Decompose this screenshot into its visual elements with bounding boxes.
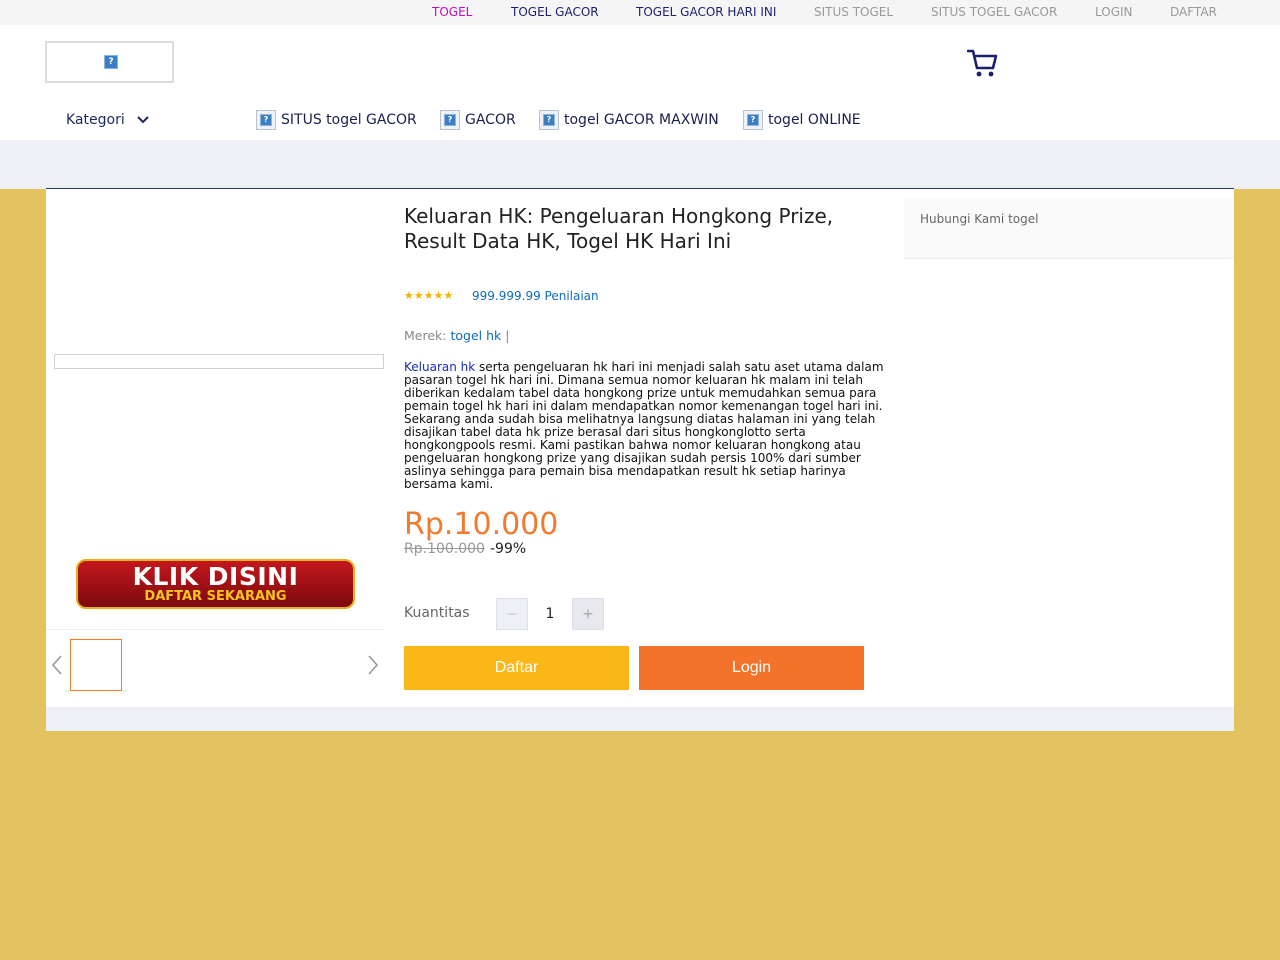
brand-separator: | [505, 328, 510, 343]
cart-icon[interactable] [967, 48, 999, 78]
panel-footer-band [46, 707, 1234, 731]
daftar-banner[interactable]: KLIK DISINI DAFTAR SEKARANG [76, 559, 355, 609]
top-nav-link-situs-togel[interactable]: SITUS TOGEL [814, 5, 893, 19]
discount-badge: -99% [490, 541, 527, 557]
banner-line-2: DAFTAR SEKARANG [144, 588, 287, 604]
top-nav-link-daftar[interactable]: DAFTAR [1170, 5, 1217, 19]
site-logo[interactable]: ? [45, 41, 174, 83]
category-thumbnail: ? [743, 110, 763, 130]
thumbnail-divider [46, 629, 384, 630]
broken-image-icon: ? [260, 114, 272, 126]
description-text: serta pengeluaran hk hari ini menjadi sa… [404, 360, 884, 491]
category-thumbnail: ? [440, 110, 460, 130]
category-link-togel-gacor-maxwin[interactable]: ? togel GACOR MAXWIN [539, 110, 719, 130]
brand-label: Merek: [404, 328, 447, 343]
category-label: SITUS togel GACOR [281, 112, 417, 128]
category-thumbnail: ? [539, 110, 559, 130]
category-label: GACOR [465, 112, 516, 128]
chevron-left-icon[interactable] [50, 654, 64, 676]
site-header: ? Kategori ? SITUS togel GACOR ? GACOR ?… [0, 25, 1280, 140]
quantity-decrease-button[interactable]: − [496, 598, 528, 630]
login-button[interactable]: Login [639, 646, 864, 690]
quantity-value[interactable]: 1 [528, 598, 572, 630]
kategori-dropdown[interactable]: Kategori [66, 112, 151, 128]
quantity-label: Kuantitas [404, 605, 470, 621]
category-label: togel GACOR MAXWIN [564, 112, 719, 128]
daftar-button[interactable]: Daftar [404, 646, 629, 690]
category-link-situs-togel-gacor[interactable]: ? SITUS togel GACOR [256, 110, 417, 130]
top-nav-link-togel-gacor-hari-ini[interactable]: TOGEL GACOR HARI INI [636, 5, 776, 19]
category-thumbnail: ? [256, 110, 276, 130]
broken-image-icon: ? [543, 114, 555, 126]
chevron-right-icon[interactable] [366, 654, 380, 676]
banner-line-1: KLIK DISINI [132, 561, 299, 591]
product-image-frame [54, 354, 384, 369]
top-nav-link-situs-togel-gacor[interactable]: SITUS TOGEL GACOR [931, 5, 1057, 19]
product-title: Keluaran HK: Pengeluaran Hongkong Prize,… [404, 204, 834, 253]
brand-row: Merek: togel hk | [404, 328, 509, 343]
header-spacer-band [0, 140, 1280, 189]
contact-label[interactable]: Hubungi Kami togel [920, 212, 1038, 226]
top-nav-link-togel-gacor[interactable]: TOGEL GACOR [511, 5, 599, 19]
broken-image-icon: ? [747, 114, 759, 126]
rating-count[interactable]: 999.999.99 Penilaian [472, 289, 599, 303]
category-link-togel-online[interactable]: ? togel ONLINE [743, 110, 861, 130]
original-price: Rp.100.000 [404, 541, 485, 557]
product-description: Keluaran hk serta pengeluaran hk hari in… [404, 361, 889, 491]
product-panel: KLIK DISINI DAFTAR SEKARANG Keluaran HK:… [46, 188, 1234, 731]
broken-image-icon: ? [444, 114, 456, 126]
gallery-thumbnail[interactable] [70, 639, 122, 691]
product-price: Rp.10.000 [404, 507, 559, 542]
rating-stars-icon: ★★★★★ [404, 289, 454, 302]
top-nav-bar: TOGEL TOGEL GACOR TOGEL GACOR HARI INI S… [0, 0, 1280, 25]
top-nav-link-login[interactable]: LOGIN [1095, 5, 1133, 19]
broken-image-icon: ? [104, 55, 118, 69]
quantity-increase-button[interactable]: + [572, 598, 604, 630]
contact-sidebar: Hubungi Kami togel [904, 199, 1234, 259]
top-nav-link-togel[interactable]: TOGEL [432, 5, 472, 19]
kategori-label: Kategori [66, 112, 125, 128]
category-label: togel ONLINE [768, 112, 861, 128]
category-link-gacor[interactable]: ? GACOR [440, 110, 516, 130]
chevron-down-icon [137, 116, 149, 124]
description-link[interactable]: Keluaran hk [404, 360, 475, 374]
brand-link[interactable]: togel hk [450, 328, 501, 343]
